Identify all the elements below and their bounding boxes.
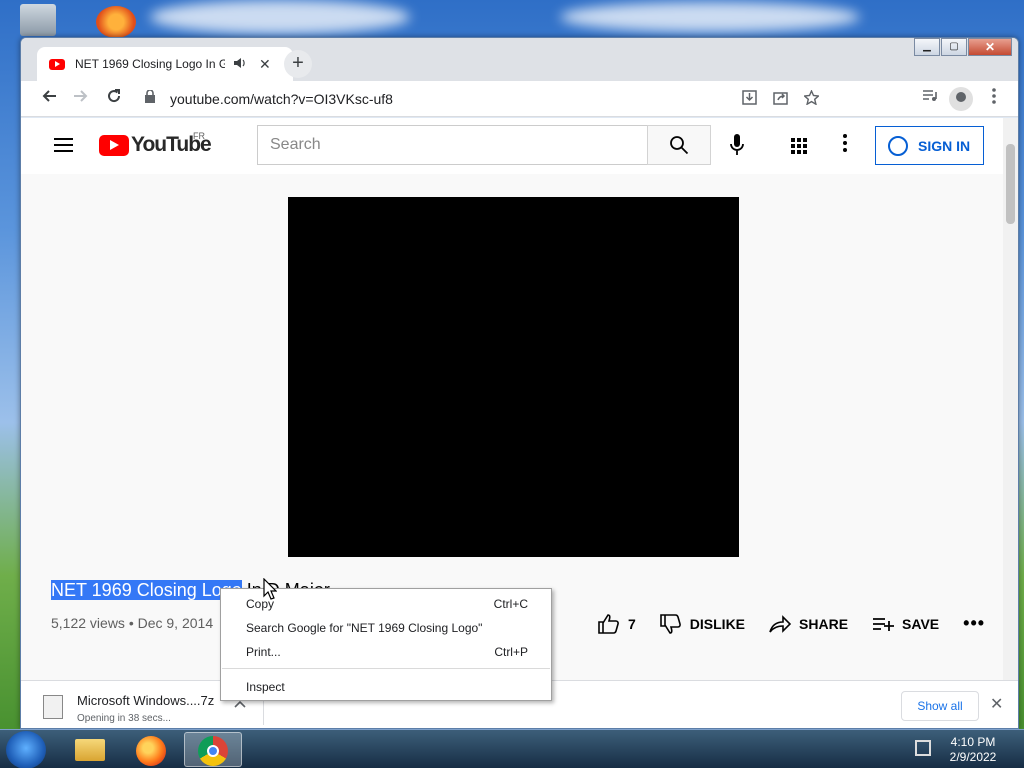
playlist-add-icon [873,617,895,631]
lock-icon[interactable] [145,89,155,106]
menu-separator [222,668,550,669]
network-icon[interactable] [915,740,931,756]
close-download-shelf-button[interactable]: ✕ [990,694,1003,714]
user-circle-icon [888,135,908,156]
dislike-label: DISLIKE [689,615,746,632]
search-input[interactable]: Search [257,125,648,165]
taskbar-chrome-button[interactable] [184,732,242,767]
scrollbar-thumb[interactable] [1006,144,1015,224]
context-menu-item-inspect[interactable]: Inspect [246,680,528,694]
selected-title-text: NET 1969 Closing Logo [51,580,242,600]
save-button[interactable]: SAVE [872,616,939,632]
windows-taskbar: 4:10 PM 2/9/2022 [0,729,1024,768]
back-arrow-icon[interactable] [38,88,60,109]
url-text: youtube.com/watch?v=OI3VKsc-uf8 [170,91,393,107]
chrome-icon [198,736,228,766]
menu-item-shortcut: Ctrl+P [494,645,528,659]
browser-tab-active[interactable]: NET 1969 Closing Logo In G ✕ [37,47,293,81]
close-window-button[interactable]: ✕ [968,38,1012,56]
profile-avatar-icon[interactable] [949,87,973,111]
share-page-icon[interactable] [773,90,788,109]
mouse-cursor-icon [263,577,278,605]
download-file-name[interactable]: Microsoft Windows....7z [77,693,214,708]
omnibox-actions [742,89,821,109]
context-menu-item-copy[interactable]: Copy Ctrl+C [246,597,528,611]
tab-title: NET 1969 Closing Logo In G [75,57,225,71]
system-clock[interactable]: 4:10 PM 2/9/2022 [940,735,1006,765]
search-button[interactable] [647,125,711,165]
archive-file-icon [43,695,63,719]
microphone-icon[interactable] [730,134,744,156]
sign-in-label: SIGN IN [918,137,971,154]
menu-item-label: Inspect [246,680,285,694]
browser-toolbar: youtube.com/watch?v=OI3VKsc-uf8 [21,81,1018,117]
firefox-desktop-icon[interactable] [96,6,136,38]
new-tab-button[interactable]: + [284,50,312,78]
menu-item-label: Print... [246,645,281,659]
context-menu-item-print[interactable]: Print... Ctrl+P [246,645,528,659]
window-controls: ▁ ▢ ✕ [913,38,1012,56]
menu-item-label: Search Google for "NET 1969 Closing Logo… [246,621,483,635]
page-scrollbar[interactable] [1003,118,1018,680]
recycle-bin-icon[interactable] [20,4,56,36]
taskbar-firefox-button[interactable] [122,732,180,767]
install-app-icon[interactable] [742,90,757,109]
thumbs-up-icon [598,613,619,634]
clock-time: 4:10 PM [950,735,996,749]
country-code: FR [193,131,205,141]
clock-date: 2/9/2022 [949,750,997,764]
download-status: Opening in 38 secs... [77,713,171,724]
dislike-button[interactable]: DISLIKE [659,613,746,634]
desktop-cloud [150,0,410,34]
tab-close-button[interactable]: ✕ [259,56,271,73]
share-button[interactable]: SHARE [769,614,849,633]
minimize-button[interactable]: ▁ [914,38,940,56]
save-label: SAVE [902,615,940,632]
maximize-button[interactable]: ▢ [941,38,967,56]
youtube-masthead: YouTube FR Search SIGN IN [21,118,1005,174]
share-label: SHARE [799,615,849,632]
menu-item-shortcut: Ctrl+C [493,597,528,611]
more-actions-button[interactable]: ••• [963,613,985,634]
hamburger-menu-icon[interactable] [54,138,73,152]
search-icon [670,136,689,155]
folder-icon [75,739,105,761]
video-player[interactable] [288,197,739,557]
like-count: 7 [628,615,636,632]
show-all-downloads-button[interactable]: Show all [901,691,979,721]
reload-icon[interactable] [103,88,125,109]
speaker-icon[interactable] [233,57,247,72]
firefox-icon [136,736,166,766]
apps-grid-icon[interactable] [791,138,807,154]
taskbar-explorer-button[interactable] [60,732,118,767]
thumbs-down-icon [659,613,681,634]
youtube-favicon-icon [49,58,65,70]
bookmark-star-icon[interactable] [802,89,821,109]
browser-menu-icon[interactable] [983,88,1005,109]
tab-strip: NET 1969 Closing Logo In G ✕ + ▁ ▢ ✕ [21,38,1018,81]
like-button[interactable]: 7 [598,613,636,634]
desktop-cloud [560,2,860,32]
address-bar[interactable]: youtube.com/watch?v=OI3VKsc-uf8 [139,85,821,113]
video-actions: 7 DISLIKE SHARE SAVE ••• [598,613,1005,634]
start-button[interactable] [6,731,46,768]
media-controls-icon[interactable] [919,88,941,108]
youtube-logo-icon [99,134,129,156]
context-menu-item-search-google[interactable]: Search Google for "NET 1969 Closing Logo… [246,621,528,635]
settings-more-icon[interactable] [843,134,849,152]
video-meta: 5,122 views • Dec 9, 2014 [51,615,214,631]
sign-in-button[interactable]: SIGN IN [875,126,984,165]
forward-arrow-icon[interactable] [70,88,92,109]
share-arrow-icon [769,614,792,633]
